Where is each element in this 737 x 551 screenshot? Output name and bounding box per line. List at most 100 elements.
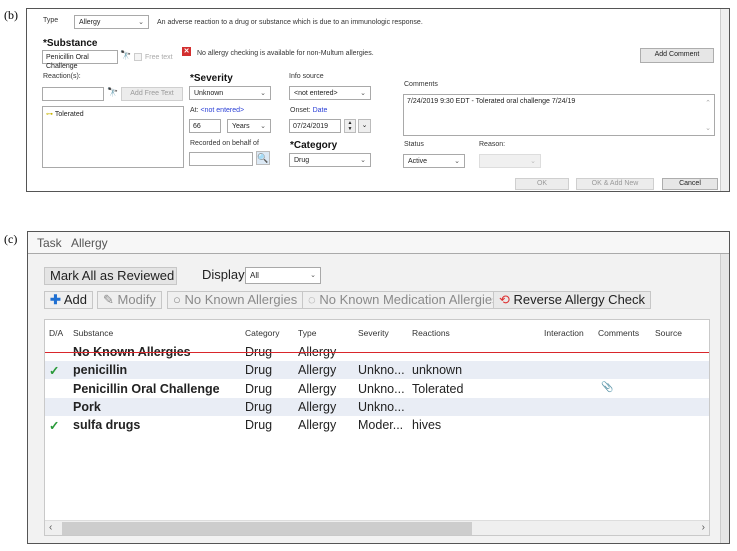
scroll-up-icon[interactable]: ⌃ — [705, 99, 711, 107]
warning-text: No allergy checking is available for non… — [197, 50, 374, 57]
column-header-substance[interactable]: Substance — [73, 328, 113, 338]
figure-label-b: (b) — [4, 8, 18, 22]
table-row[interactable]: Pork Drug Allergy Unkno... — [45, 397, 709, 416]
chevron-down-icon: ⌄ — [260, 123, 266, 130]
ok-button[interactable]: OK — [515, 178, 569, 190]
date-spinner[interactable]: ▲ ▼ — [344, 119, 356, 133]
info-source-label: Info source — [289, 73, 324, 80]
table-row[interactable]: Penicillin Oral Challenge Drug Allergy Unkn… — [45, 380, 709, 398]
cell-type: Allergy — [298, 418, 337, 433]
cell-reactions: unknown — [412, 363, 463, 378]
at-value-link[interactable]: <not entered> — [201, 107, 245, 114]
column-header-source[interactable]: Source — [655, 328, 682, 338]
modify-button[interactable]: ✎ Modify — [97, 291, 162, 309]
radio-icon: ○ — [173, 292, 181, 307]
horizontal-scrollbar[interactable]: ‹ › — [45, 520, 709, 535]
check-icon: ✓ — [49, 364, 60, 379]
cell-reactions: Tolerated — [412, 381, 464, 396]
scroll-left-icon[interactable]: ‹ — [49, 522, 52, 533]
paperclip-icon[interactable]: 📎 — [601, 382, 613, 393]
mark-all-reviewed-button[interactable]: Mark All as Reviewed — [44, 267, 177, 285]
onset-row: Onset: Date — [290, 107, 327, 114]
figure-label-c: (c) — [4, 232, 18, 246]
age-input[interactable]: 66 — [189, 119, 221, 133]
status-select[interactable]: Active ⌄ — [403, 154, 465, 168]
window-scrollbar[interactable] — [720, 254, 729, 543]
nka-label: No Known Allergies — [184, 292, 298, 307]
reverse-check-label: Reverse Allergy Check — [513, 292, 646, 307]
cell-type: Allergy — [298, 363, 337, 378]
cancel-button[interactable]: Cancel — [662, 178, 718, 190]
onset-date-link[interactable]: Date — [313, 107, 328, 114]
check-icon: ✓ — [49, 419, 60, 434]
reactions-label: Reaction(s): — [43, 73, 81, 80]
ok-add-new-button[interactable]: OK & Add New — [576, 178, 654, 190]
error-icon: ✕ — [182, 47, 191, 56]
reverse-allergy-check-button[interactable]: ⟲ Reverse Allergy Check — [493, 291, 652, 309]
add-button[interactable]: ✚ Add — [44, 291, 93, 309]
column-header-interaction[interactable]: Interaction — [544, 328, 584, 338]
chevron-down-icon: ⌄ — [360, 90, 366, 97]
type-description: An adverse reaction to a drug or substan… — [157, 19, 423, 26]
column-header-type[interactable]: Type — [298, 328, 316, 338]
plus-icon: ✚ — [50, 292, 61, 307]
add-label: Add — [63, 292, 87, 307]
column-header-reactions[interactable]: Reactions — [412, 328, 450, 338]
reaction-item[interactable]: ⊶ Tolerated — [46, 110, 84, 118]
table-row[interactable]: ✓ sulfa drugs Drug Allergy Moder... hives — [45, 416, 709, 434]
substance-input[interactable]: Penicillin Oral Challenge — [42, 50, 118, 70]
age-unit-value: Years — [232, 123, 250, 130]
comments-label: Comments — [404, 81, 438, 88]
info-source-select[interactable]: <not entered> ⌄ — [289, 86, 371, 100]
display-select[interactable]: All ⌄ — [245, 267, 321, 284]
add-comment-button[interactable]: Add Comment — [640, 48, 714, 63]
severity-select[interactable]: Unknown ⌄ — [189, 86, 271, 100]
modify-label: Modify — [117, 292, 156, 307]
menu-task[interactable]: Task — [37, 236, 62, 250]
reason-select[interactable]: ⌄ — [479, 154, 541, 168]
scrollbar-thumb[interactable] — [62, 522, 472, 535]
category-select[interactable]: Drug ⌄ — [289, 153, 371, 167]
column-header-da[interactable]: D/A — [49, 328, 63, 338]
column-header-comments[interactable]: Comments — [598, 328, 639, 338]
form-scrollbar[interactable] — [720, 9, 729, 191]
chevron-down-icon: ⌄ — [260, 90, 266, 97]
menu-allergy[interactable]: Allergy — [71, 236, 108, 250]
free-text-checkbox[interactable] — [134, 53, 142, 61]
calendar-dropdown-button[interactable]: ⌄ — [358, 119, 371, 133]
recorded-on-behalf-input[interactable] — [189, 152, 253, 166]
age-unit-select[interactable]: Years ⌄ — [227, 119, 271, 133]
add-free-text-button[interactable]: Add Free Text — [121, 87, 183, 101]
no-known-medication-allergies-button[interactable]: ◌ No Known Medication Allergies — [302, 291, 505, 309]
menu-bar: Task Allergy — [28, 232, 729, 254]
cell-category: Drug — [245, 381, 273, 396]
category-label: *Category — [290, 140, 338, 151]
magnifier-search-icon[interactable]: 🔍 — [256, 151, 270, 165]
severity-value: Unknown — [194, 90, 224, 97]
cell-severity: Unkno... — [358, 381, 405, 396]
allergy-table: D/A Substance Category Type Severity Reaction… — [44, 319, 710, 536]
cell-severity: Unkno... — [358, 399, 405, 414]
binoculars-search-icon[interactable]: 🔭 — [120, 50, 131, 61]
type-select[interactable]: Allergy ⌄ — [74, 15, 149, 29]
cell-category: Drug — [245, 399, 273, 414]
binoculars-search-icon[interactable]: 🔭 — [107, 87, 118, 98]
scroll-right-icon[interactable]: › — [702, 522, 705, 533]
key-icon: ⊶ — [46, 111, 53, 118]
table-row[interactable]: ✓ penicillin Drug Allergy Unkno... unknown — [45, 361, 709, 380]
comments-textarea[interactable]: 7/24/2019 9:30 EDT - Tolerated oral chal… — [403, 94, 715, 136]
scroll-down-icon[interactable]: ⌄ — [705, 124, 711, 132]
status-label: Status — [404, 141, 424, 148]
cell-category: Drug — [245, 418, 273, 433]
reaction-input[interactable] — [42, 87, 104, 101]
table-row[interactable]: No Known Allergies Drug Allergy — [45, 343, 709, 361]
reason-label: Reason: — [479, 141, 506, 148]
onset-date-input[interactable]: 07/24/2019 — [289, 119, 341, 133]
column-header-category[interactable]: Category — [245, 328, 280, 338]
no-known-allergies-button[interactable]: ○ No Known Allergies — [167, 291, 304, 309]
column-header-severity[interactable]: Severity — [358, 328, 389, 338]
recorded-on-behalf-label: Recorded on behalf of — [190, 140, 259, 147]
display-label: Display — [202, 267, 245, 282]
chevron-down-icon: ⌄ — [138, 19, 144, 26]
display-value: All — [250, 271, 259, 280]
